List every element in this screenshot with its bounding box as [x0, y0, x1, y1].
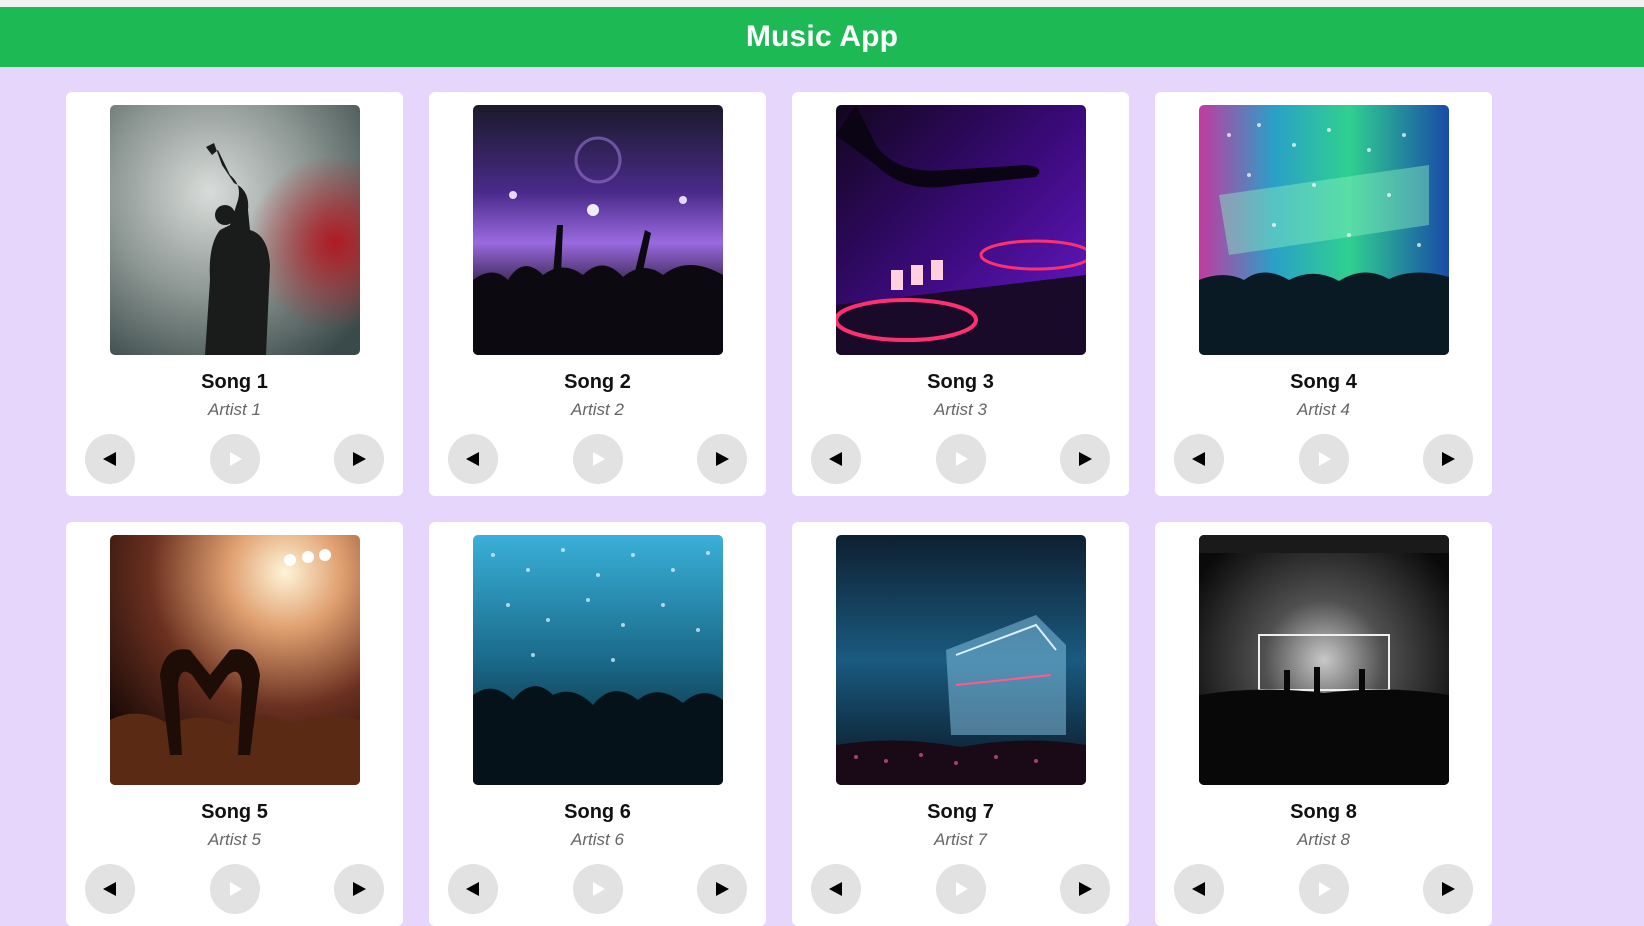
song-card: Song 2 Artist 2 [429, 92, 766, 496]
play-button[interactable] [935, 434, 986, 484]
album-cover-image [1199, 105, 1449, 355]
triangle-right-icon [353, 452, 366, 466]
playback-controls [1174, 434, 1473, 484]
play-icon [229, 882, 242, 896]
play-icon [1318, 452, 1331, 466]
app-title: Music App [745, 20, 899, 53]
play-button[interactable] [1298, 434, 1349, 484]
play-icon [955, 452, 968, 466]
song-title: Song 7 [927, 801, 994, 823]
triangle-left-icon [829, 452, 842, 466]
triangle-right-icon [716, 452, 729, 466]
previous-button[interactable] [811, 864, 861, 914]
playback-controls [811, 864, 1110, 914]
song-artist: Artist 2 [571, 400, 624, 419]
song-card: Song 7 Artist 7 [792, 522, 1129, 926]
song-title: Song 8 [1290, 801, 1357, 823]
album-cover-image [836, 535, 1086, 785]
album-cover-image [110, 105, 360, 355]
previous-button[interactable] [85, 434, 135, 484]
next-button[interactable] [334, 434, 384, 484]
song-card: Song 8 Artist 8 [1155, 522, 1492, 926]
triangle-right-icon [716, 882, 729, 896]
song-artist: Artist 8 [1297, 830, 1350, 849]
triangle-left-icon [466, 882, 479, 896]
triangle-right-icon [353, 882, 366, 896]
album-cover-image [110, 535, 360, 785]
album-cover-image [473, 535, 723, 785]
previous-button[interactable] [811, 434, 861, 484]
play-icon [955, 882, 968, 896]
song-grid: Song 1 Artist 1 Song 2 Artist 2 Song 3 A… [66, 92, 1492, 926]
app-header: Music App [0, 7, 1644, 67]
album-cover-image [473, 105, 723, 355]
next-button[interactable] [1060, 434, 1110, 484]
next-button[interactable] [1060, 864, 1110, 914]
next-button[interactable] [697, 434, 747, 484]
album-cover-image [1199, 535, 1449, 785]
previous-button[interactable] [85, 864, 135, 914]
triangle-left-icon [1192, 452, 1205, 466]
song-artist: Artist 6 [571, 830, 624, 849]
song-artist: Artist 1 [208, 400, 261, 419]
play-button[interactable] [209, 864, 260, 914]
song-card: Song 5 Artist 5 [66, 522, 403, 926]
play-button[interactable] [1298, 864, 1349, 914]
triangle-left-icon [829, 882, 842, 896]
triangle-left-icon [103, 882, 116, 896]
next-button[interactable] [697, 864, 747, 914]
play-button[interactable] [572, 864, 623, 914]
song-title: Song 6 [564, 801, 631, 823]
album-cover-image [836, 105, 1086, 355]
song-artist: Artist 3 [934, 400, 987, 419]
song-artist: Artist 4 [1297, 400, 1350, 419]
triangle-right-icon [1442, 452, 1455, 466]
triangle-right-icon [1079, 882, 1092, 896]
browser-top-strip [0, 0, 1644, 7]
song-card: Song 1 Artist 1 [66, 92, 403, 496]
song-artist: Artist 7 [934, 830, 987, 849]
play-button[interactable] [209, 434, 260, 484]
play-icon [592, 882, 605, 896]
play-icon [592, 452, 605, 466]
playback-controls [85, 864, 384, 914]
next-button[interactable] [334, 864, 384, 914]
play-icon [229, 452, 242, 466]
playback-controls [448, 434, 747, 484]
triangle-right-icon [1079, 452, 1092, 466]
triangle-left-icon [1192, 882, 1205, 896]
playback-controls [448, 864, 747, 914]
triangle-right-icon [1442, 882, 1455, 896]
triangle-left-icon [466, 452, 479, 466]
previous-button[interactable] [1174, 864, 1224, 914]
song-card: Song 3 Artist 3 [792, 92, 1129, 496]
song-title: Song 5 [201, 801, 268, 823]
song-card: Song 4 Artist 4 [1155, 92, 1492, 496]
playback-controls [811, 434, 1110, 484]
song-title: Song 2 [564, 371, 631, 393]
next-button[interactable] [1423, 864, 1473, 914]
play-button[interactable] [572, 434, 623, 484]
triangle-left-icon [103, 452, 116, 466]
next-button[interactable] [1423, 434, 1473, 484]
song-title: Song 1 [201, 371, 268, 393]
previous-button[interactable] [448, 864, 498, 914]
playback-controls [1174, 864, 1473, 914]
song-title: Song 3 [927, 371, 994, 393]
playback-controls [85, 434, 384, 484]
song-title: Song 4 [1290, 371, 1357, 393]
previous-button[interactable] [448, 434, 498, 484]
previous-button[interactable] [1174, 434, 1224, 484]
play-icon [1318, 882, 1331, 896]
song-card: Song 6 Artist 6 [429, 522, 766, 926]
song-artist: Artist 5 [208, 830, 261, 849]
play-button[interactable] [935, 864, 986, 914]
